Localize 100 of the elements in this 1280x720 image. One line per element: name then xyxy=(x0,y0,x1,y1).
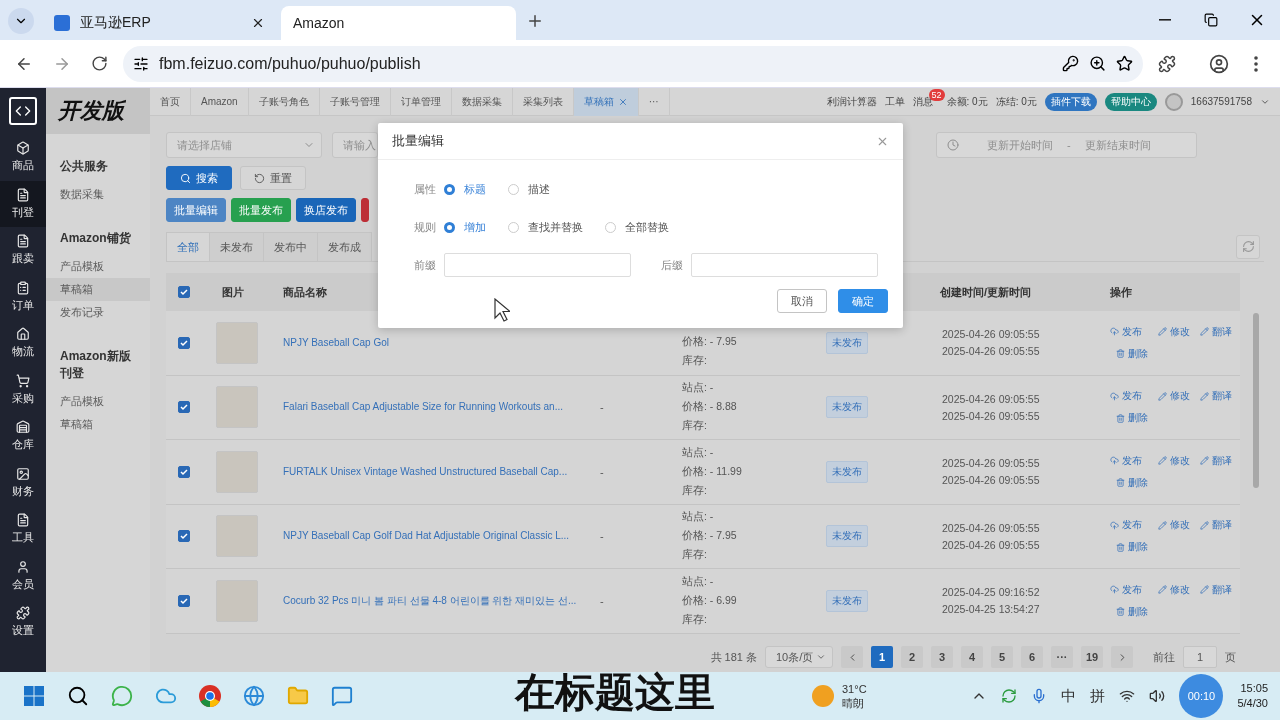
radio-option[interactable]: 标题 xyxy=(444,181,486,197)
radio-dot[interactable] xyxy=(508,221,519,233)
row-action-link[interactable]: 翻译 xyxy=(1200,324,1232,339)
row-checkbox[interactable] xyxy=(178,530,190,543)
page-button[interactable]: 5 xyxy=(991,646,1013,668)
input-field[interactable] xyxy=(444,253,631,277)
goto-page-field[interactable]: 1 xyxy=(1183,646,1217,668)
product-name-link[interactable]: Falari Baseball Cap Adjustable Size for Running Workouts an... xyxy=(270,400,590,415)
rail-item[interactable]: 会员 xyxy=(0,552,46,599)
rail-item[interactable]: 物流 xyxy=(0,320,46,367)
rail-item[interactable]: 跟卖 xyxy=(0,227,46,274)
close-icon[interactable] xyxy=(251,16,265,30)
bulk-action-button[interactable]: 换店发布 xyxy=(296,198,356,222)
product-name-link[interactable]: NPJY Baseball Cap Gol xyxy=(270,335,590,350)
sidebar-item[interactable]: 数据采集 xyxy=(46,183,150,206)
row-action-link[interactable]: 删除 xyxy=(1116,540,1148,555)
nav-tab[interactable]: 数据采集 xyxy=(451,88,513,116)
row-action-link[interactable]: 发布 xyxy=(1110,518,1148,533)
nav-tab[interactable]: Amazon xyxy=(191,88,249,116)
key-icon[interactable] xyxy=(1062,55,1079,72)
row-action-link[interactable]: 发布 xyxy=(1110,389,1148,404)
nav-tab[interactable]: 采集列表 xyxy=(512,88,574,116)
rail-item[interactable]: 商品 xyxy=(0,134,46,181)
page-button[interactable]: 4 xyxy=(961,646,983,668)
row-action-link[interactable]: 修改 xyxy=(1158,518,1190,533)
address-bar[interactable]: fbm.feizuo.com/puhuo/puhuo/publish xyxy=(123,45,1143,82)
row-checkbox[interactable] xyxy=(178,401,190,414)
rail-item[interactable]: 工具 xyxy=(0,506,46,553)
rail-item[interactable]: 仓库 xyxy=(0,413,46,460)
page-button[interactable]: 2 xyxy=(901,646,923,668)
row-action-link[interactable]: 发布 xyxy=(1110,324,1148,339)
header-link[interactable]: 工单 xyxy=(884,94,905,109)
sidebar-item[interactable]: 产品模板 xyxy=(46,255,150,278)
page-size-select[interactable]: 10条/页 xyxy=(765,646,833,668)
star-icon[interactable] xyxy=(1116,55,1133,72)
row-action-link[interactable]: 删除 xyxy=(1116,346,1148,361)
product-name-link[interactable]: NPJY Baseball Cap Golf Dad Hat Adjustable Original Classic L... xyxy=(270,529,590,544)
reset-button[interactable]: 重置 xyxy=(240,166,306,190)
page-button[interactable]: 6 xyxy=(1021,646,1043,668)
row-action-link[interactable]: 翻译 xyxy=(1200,518,1232,533)
sidebar-item[interactable]: 发布记录 xyxy=(46,301,150,324)
row-action-link[interactable]: 删除 xyxy=(1116,411,1148,426)
nav-tab[interactable]: 订单管理 xyxy=(390,88,452,116)
page-button[interactable]: 3 xyxy=(931,646,953,668)
nav-tab[interactable]: 子账号管理 xyxy=(319,88,391,116)
radio-dot[interactable] xyxy=(508,183,519,195)
nav-tab[interactable]: 草稿箱 xyxy=(573,88,639,116)
browser-app-icon[interactable] xyxy=(196,682,224,710)
row-checkbox[interactable] xyxy=(178,465,190,478)
product-name-link[interactable]: Cocurb 32 Pcs 미니 봄 파티 선물 4-8 어린이를 위한 재미있는 선... xyxy=(270,593,590,608)
dialog-button[interactable]: 取消 xyxy=(777,289,827,313)
radio-dot[interactable] xyxy=(605,221,616,233)
product-name-link[interactable]: FURTALK Unisex Vintage Washed Unstructured Baseball Cap... xyxy=(270,464,590,479)
row-action-link[interactable]: 翻译 xyxy=(1200,453,1232,468)
bulk-action-button[interactable] xyxy=(361,198,369,222)
header-link[interactable]: 利润计算器 xyxy=(826,94,877,109)
search-button[interactable]: 搜索 xyxy=(166,166,232,190)
row-action-link[interactable]: 翻译 xyxy=(1200,582,1232,597)
sidebar-item[interactable]: 草稿箱 xyxy=(46,278,150,301)
rail-item[interactable]: 财务 xyxy=(0,459,46,506)
page-button[interactable]: 1 xyxy=(871,646,893,668)
row-action-link[interactable]: 发布 xyxy=(1110,453,1148,468)
zoom-icon[interactable] xyxy=(1089,55,1106,72)
row-action-link[interactable]: 删除 xyxy=(1116,604,1148,619)
status-tab[interactable]: 未发布 xyxy=(209,232,264,261)
bulk-action-button[interactable]: 批量发布 xyxy=(231,198,291,222)
radio-option[interactable]: 描述 xyxy=(508,181,550,197)
header-button[interactable]: 帮助中心 xyxy=(1104,92,1157,111)
row-action-link[interactable]: 删除 xyxy=(1116,475,1148,490)
sidebar-item[interactable]: 草稿箱 xyxy=(46,413,150,436)
user-phone[interactable]: 16637591758 xyxy=(1190,96,1252,107)
row-action-link[interactable]: 修改 xyxy=(1158,389,1190,404)
page-button[interactable]: 19 xyxy=(1081,646,1103,668)
nav-tab[interactable]: 首页 xyxy=(150,88,191,116)
row-checkbox[interactable] xyxy=(178,336,190,349)
row-action-link[interactable]: 修改 xyxy=(1158,582,1190,597)
bulk-action-button[interactable]: 批量编辑 xyxy=(166,198,226,222)
rail-item[interactable]: 设置 xyxy=(0,599,46,646)
rail-item[interactable]: 订单 xyxy=(0,273,46,320)
nav-tab[interactable]: 子账号角色 xyxy=(248,88,320,116)
tab-list-button[interactable] xyxy=(8,8,34,34)
radio-option[interactable]: 查找并替换 xyxy=(508,219,583,235)
input-method-indicator[interactable]: 中 xyxy=(1061,686,1077,706)
row-action-link[interactable]: 修改 xyxy=(1158,453,1190,468)
sync-app-icon[interactable] xyxy=(1001,688,1018,704)
select-all-checkbox[interactable] xyxy=(178,286,190,298)
rail-item[interactable]: 刊登 xyxy=(0,180,46,227)
radio-dot[interactable] xyxy=(444,183,455,195)
more-tabs-button[interactable]: ··· xyxy=(638,88,670,116)
status-tab[interactable]: 发布成 xyxy=(317,232,372,261)
row-action-link[interactable]: 修改 xyxy=(1158,324,1190,339)
radio-option[interactable]: 全部替换 xyxy=(605,219,669,235)
wifi-icon[interactable] xyxy=(1119,688,1136,704)
scrollbar[interactable] xyxy=(1253,313,1259,488)
row-action-link[interactable]: 发布 xyxy=(1110,582,1148,597)
status-tab[interactable]: 发布中 xyxy=(263,232,318,261)
dialog-button[interactable]: 确定 xyxy=(838,289,888,313)
radio-option[interactable]: 增加 xyxy=(444,219,486,235)
row-action-link[interactable]: 翻译 xyxy=(1200,389,1232,404)
header-button[interactable]: 插件下载 xyxy=(1044,92,1097,111)
